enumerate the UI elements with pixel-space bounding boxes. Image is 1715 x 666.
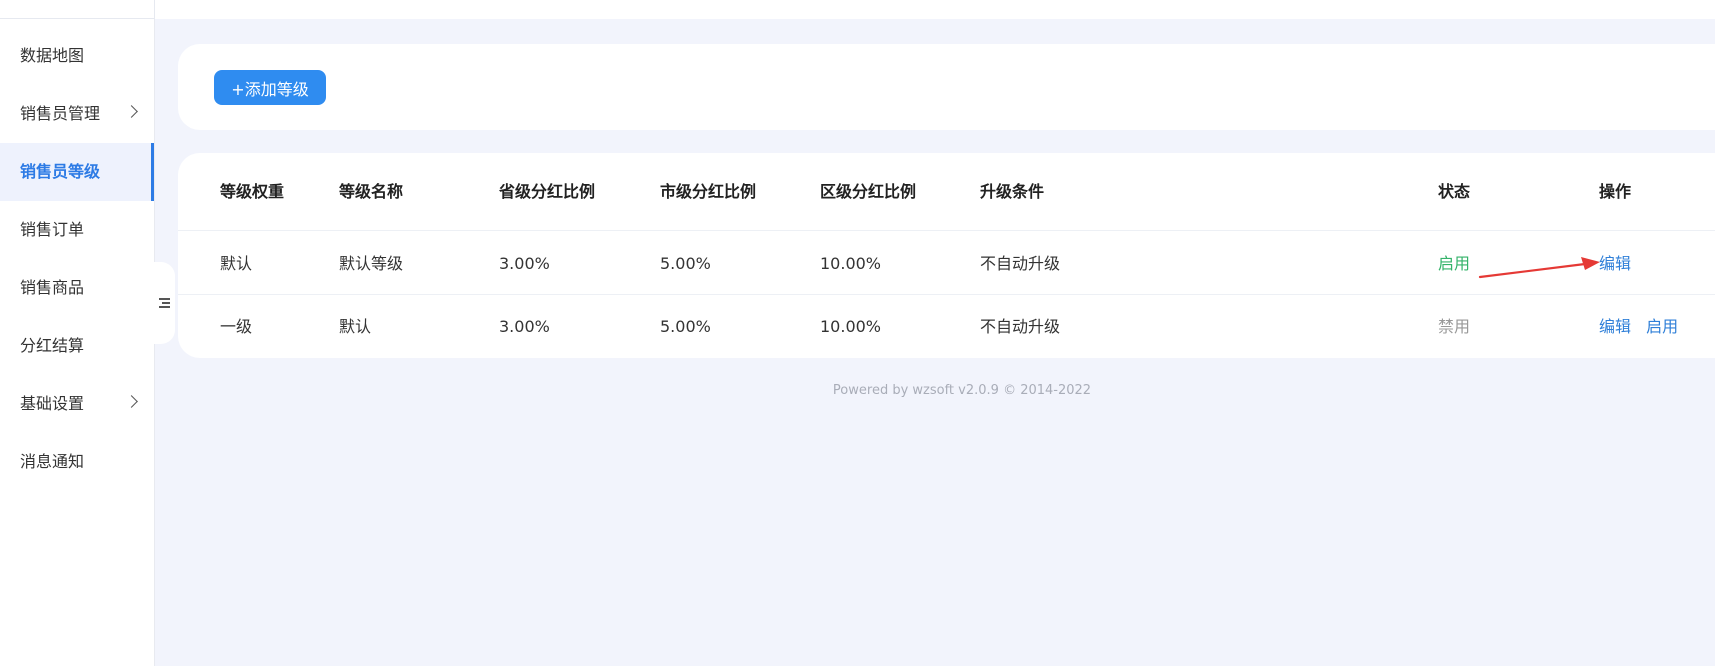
cell-upgrade-condition: 不自动升级: [980, 254, 1061, 273]
sidebar-item-basic-settings[interactable]: 基础设置: [0, 375, 154, 433]
cell-city-ratio: 5.00%: [660, 254, 711, 273]
sidebar-item-label: 销售员等级: [20, 162, 101, 181]
top-header-bar: [0, 0, 1715, 19]
column-header-district-ratio: 区级分红比例: [820, 182, 917, 201]
column-header-actions: 操作: [1599, 182, 1632, 201]
sidebar: 数据地图 销售员管理 销售员等级 销售订单 销售商品 分红结算 基础设置 消息通…: [0, 19, 155, 666]
cell-province-ratio: 3.00%: [499, 317, 550, 336]
sidebar-item-label: 销售员管理: [20, 104, 101, 123]
column-header-province-ratio: 省级分红比例: [499, 182, 596, 201]
cell-city-ratio: 5.00%: [660, 317, 711, 336]
status-badge: 禁用: [1438, 317, 1471, 336]
sidebar-item-label: 消息通知: [20, 452, 85, 471]
cell-weight: 一级: [220, 317, 253, 336]
sidebar-item-label: 分红结算: [20, 336, 85, 355]
footer-copyright: Powered by wzsoft v2.0.9 © 2014-2022: [832, 383, 1092, 398]
table-header: 等级权重 等级名称 省级分红比例 市级分红比例 区级分红比例 升级条件 状态 操…: [178, 153, 1715, 231]
enable-link[interactable]: 启用: [1646, 317, 1678, 336]
annotation-arrow-icon: [1478, 257, 1600, 279]
sidebar-item-label: 销售订单: [20, 220, 85, 239]
sidebar-collapse-toggle[interactable]: [153, 262, 175, 344]
cell-name: 默认等级: [339, 254, 404, 273]
column-header-city-ratio: 市级分红比例: [660, 182, 757, 201]
cell-province-ratio: 3.00%: [499, 254, 550, 273]
sidebar-item-salesperson-level[interactable]: 销售员等级: [0, 143, 154, 201]
add-level-button[interactable]: +添加等级: [214, 70, 326, 105]
sidebar-item-sales-products[interactable]: 销售商品: [0, 259, 154, 317]
cell-district-ratio: 10.00%: [820, 317, 882, 336]
sidebar-item-data-map[interactable]: 数据地图: [0, 27, 154, 85]
column-header-status: 状态: [1438, 182, 1471, 201]
sidebar-item-label: 数据地图: [20, 46, 85, 65]
cell-actions: 编辑 启用: [1599, 295, 1678, 358]
chevron-right-icon: [125, 395, 138, 408]
table-row: 一级 默认 3.00% 5.00% 10.00% 不自动升级 禁用 编辑 启用: [178, 295, 1715, 358]
sidebar-item-notifications[interactable]: 消息通知: [0, 433, 154, 491]
cell-district-ratio: 10.00%: [820, 254, 882, 273]
cell-name: 默认: [339, 317, 372, 336]
sidebar-item-salesperson-management[interactable]: 销售员管理: [0, 85, 154, 143]
column-header-weight: 等级权重: [220, 182, 285, 201]
collapse-sidebar-icon: [158, 298, 170, 308]
header-logo-area: [0, 0, 155, 19]
sidebar-item-label: 基础设置: [20, 394, 85, 413]
edit-link[interactable]: 编辑: [1599, 317, 1631, 336]
chevron-right-icon: [125, 105, 138, 118]
sidebar-item-label: 销售商品: [20, 278, 85, 297]
sidebar-item-dividend-settlement[interactable]: 分红结算: [0, 317, 154, 375]
toolbar-card: +添加等级: [178, 44, 1715, 130]
cell-upgrade-condition: 不自动升级: [980, 317, 1061, 336]
sidebar-item-sales-orders[interactable]: 销售订单: [0, 201, 154, 259]
cell-weight: 默认: [220, 254, 253, 273]
column-header-upgrade-condition: 升级条件: [980, 182, 1045, 201]
status-badge: 启用: [1438, 254, 1471, 273]
column-header-name: 等级名称: [339, 182, 404, 201]
